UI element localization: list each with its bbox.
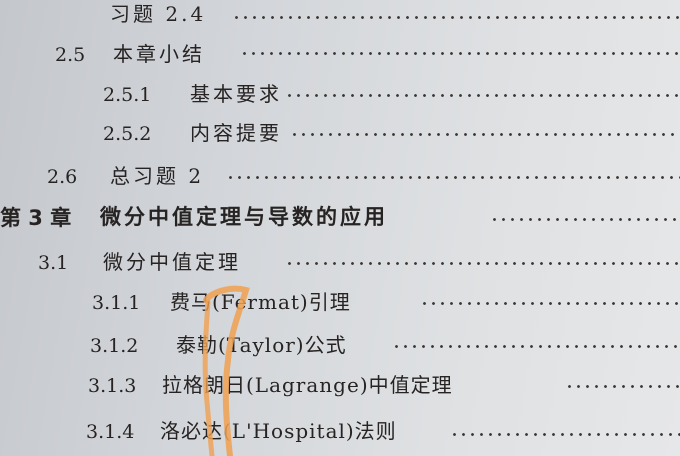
toc-entry-3-1-1[interactable]: 3.1.1 费马(Fermat)引理 (0, 290, 680, 316)
toc-chapter-title: 微分中值定理与导数的应用 (100, 205, 388, 229)
toc-entry-number: 3.1.4 (86, 421, 135, 443)
toc-entry-number: 2.5 (55, 44, 86, 66)
toc-leader-dots (490, 218, 680, 221)
toc-leader-dots (290, 133, 680, 136)
toc-entry-title: 基本要求 (190, 82, 282, 106)
toc-entry-number: 3.1.3 (88, 375, 137, 397)
toc-leader-dots (285, 94, 680, 97)
toc-leader-dots (392, 345, 680, 348)
toc-entry-title: 洛必达(L'Hospital)法则 (160, 419, 397, 443)
toc-entry-3-1-3[interactable]: 3.1.3 拉格朗日(Lagrange)中值定理 (0, 373, 680, 399)
toc-entry-2-5[interactable]: 2.5 本章小结 (0, 42, 680, 68)
toc-entry-chapter-3[interactable]: 第 3 章 微分中值定理与导数的应用 (0, 204, 680, 232)
toc-entry-exercise-2-4[interactable]: 习题 2.4 (0, 2, 680, 28)
toc-leader-dots (285, 262, 680, 265)
toc-leader-dots (226, 176, 680, 179)
toc-entry-number: 3.1.2 (90, 335, 139, 357)
toc-entry-3-1-4[interactable]: 3.1.4 洛必达(L'Hospital)法则 (0, 418, 680, 446)
toc-entry-number: 3.1 (38, 252, 69, 274)
toc-entry-3-1-2[interactable]: 3.1.2 泰勒(Taylor)公式 (0, 333, 680, 359)
toc-entry-number: 3.1.1 (92, 292, 141, 314)
toc-entry-3-1[interactable]: 3.1 微分中值定理 (0, 250, 680, 276)
toc-chapter-number: 第 3 章 (0, 206, 72, 230)
toc-leader-dots (420, 302, 680, 305)
toc-entry-number: 2.5.1 (103, 84, 152, 106)
toc-entry-number: 2.6 (47, 166, 78, 188)
toc-entry-title: 内容提要 (190, 121, 282, 145)
toc-entry-title: 总习题 2 (110, 164, 205, 188)
toc-entry-title: 费马(Fermat)引理 (170, 290, 351, 314)
toc-leader-dots (240, 52, 680, 55)
toc-entry-title: 习题 2.4 (110, 2, 207, 26)
toc-entry-2-5-2[interactable]: 2.5.2 内容提要 (0, 121, 680, 147)
toc-leader-dots (450, 433, 680, 436)
toc-entry-number: 2.5.2 (103, 123, 152, 145)
toc-page: 习题 2.4 2.5 本章小结 2.5.1 基本要求 2.5.2 内容提要 2.… (0, 0, 680, 456)
toc-entry-title: 泰勒(Taylor)公式 (176, 333, 347, 357)
toc-entry-title: 拉格朗日(Lagrange)中值定理 (162, 373, 453, 397)
toc-leader-dots (565, 385, 680, 388)
toc-entry-title: 微分中值定理 (103, 250, 241, 274)
toc-entry-2-6[interactable]: 2.6 总习题 2 (0, 163, 680, 189)
toc-leader-dots (232, 16, 680, 19)
toc-entry-title: 本章小结 (113, 42, 205, 66)
toc-entry-2-5-1[interactable]: 2.5.1 基本要求 (0, 82, 680, 108)
